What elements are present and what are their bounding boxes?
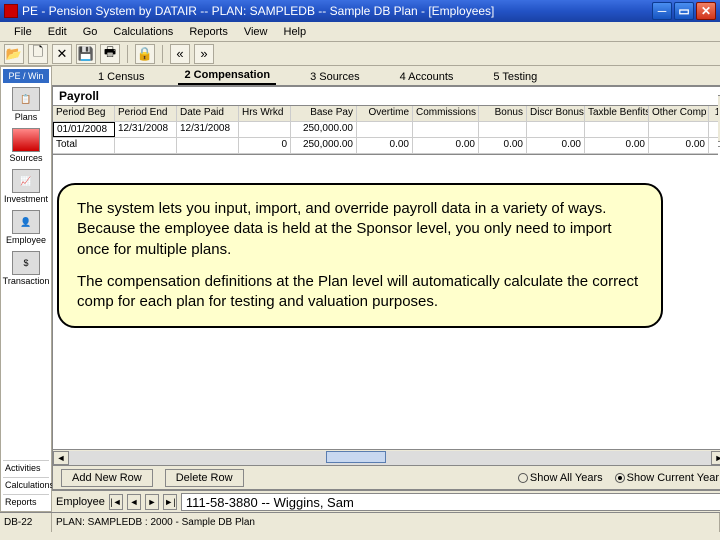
radio-show-current-year[interactable]: Show Current Year bbox=[615, 472, 719, 484]
sidebar-footer-calculations[interactable]: Calculations bbox=[3, 477, 49, 492]
tab-accounts[interactable]: 4 Accounts bbox=[394, 69, 460, 85]
grid-header: Period Beg Period End Date Paid Hrs Wrkd… bbox=[53, 106, 720, 122]
plans-icon: 📋 bbox=[12, 87, 40, 111]
help-balloon: The system lets you input, import, and o… bbox=[57, 183, 663, 328]
tab-sources[interactable]: 3 Sources bbox=[304, 69, 366, 85]
sources-icon bbox=[12, 128, 40, 152]
toolbar-print-icon[interactable]: 🖶 bbox=[100, 44, 120, 64]
menu-go[interactable]: Go bbox=[75, 24, 106, 40]
sidebar-header[interactable]: PE / Win bbox=[3, 69, 49, 83]
menubar: File Edit Go Calculations Reports View H… bbox=[0, 22, 720, 42]
employee-label: Employee bbox=[56, 496, 105, 508]
status-code: DB-22 bbox=[0, 513, 52, 532]
employee-next-button[interactable]: ► bbox=[145, 494, 159, 510]
maximize-button[interactable]: ▭ bbox=[674, 2, 694, 20]
employee-first-button[interactable]: |◄ bbox=[109, 494, 123, 510]
scroll-right-button[interactable]: ► bbox=[711, 451, 720, 465]
toolbar-delete-icon[interactable]: ✕ bbox=[52, 44, 72, 64]
panel-title: Payroll bbox=[53, 87, 720, 105]
scroll-left-button[interactable]: ◄ bbox=[53, 451, 69, 465]
status-bar: DB-22 PLAN: SAMPLEDB : 2000 - Sample DB … bbox=[0, 512, 720, 532]
menu-reports[interactable]: Reports bbox=[181, 24, 236, 40]
sidebar-footer-reports[interactable]: Reports bbox=[3, 494, 49, 509]
toolbar-lock-icon[interactable]: 🔒 bbox=[135, 44, 155, 64]
menu-calculations[interactable]: Calculations bbox=[105, 24, 181, 40]
tab-compensation[interactable]: 2 Compensation bbox=[178, 67, 276, 85]
tab-census[interactable]: 1 Census bbox=[92, 69, 150, 85]
employee-icon: 👤 bbox=[12, 210, 40, 234]
balloon-paragraph: The system lets you input, import, and o… bbox=[77, 199, 643, 260]
sidebar-item-sources[interactable]: Sources bbox=[3, 126, 49, 165]
window-title: PE - Pension System by DATAIR -- PLAN: S… bbox=[22, 4, 652, 18]
menu-help[interactable]: Help bbox=[276, 24, 315, 40]
scroll-thumb[interactable] bbox=[326, 451, 386, 463]
app-icon bbox=[4, 4, 18, 18]
toolbar-save-icon[interactable]: 💾 bbox=[76, 44, 96, 64]
sidebar-item-investment[interactable]: 📈 Investment bbox=[3, 167, 49, 206]
toolbar-new-icon[interactable]: 🗋 bbox=[28, 44, 48, 64]
sidebar-item-plans[interactable]: 📋 Plans bbox=[3, 85, 49, 124]
toolbar-open-icon[interactable]: 📂 bbox=[4, 44, 24, 64]
tab-testing[interactable]: 5 Testing bbox=[487, 69, 543, 85]
status-plan: PLAN: SAMPLEDB : 2000 - Sample DB Plan bbox=[52, 513, 720, 532]
employee-last-button[interactable]: ►| bbox=[163, 494, 177, 510]
close-button[interactable]: ✕ bbox=[696, 2, 716, 20]
sidebar-item-transaction[interactable]: $ Transaction bbox=[3, 249, 49, 288]
employee-name-field[interactable]: 111-58-3880 -- Wiggins, Sam bbox=[181, 493, 720, 511]
panel-footer: Add New Row Delete Row Show All Years Sh… bbox=[53, 465, 720, 489]
toolbar-next-icon[interactable]: » bbox=[194, 44, 214, 64]
sidebar-item-employee[interactable]: 👤 Employee bbox=[3, 208, 49, 247]
radio-show-all-years[interactable]: Show All Years bbox=[518, 472, 603, 484]
payroll-grid[interactable]: Period Beg Period End Date Paid Hrs Wrkd… bbox=[53, 105, 720, 155]
workbook-tabs: 1 Census 2 Compensation 3 Sources 4 Acco… bbox=[52, 66, 720, 86]
balloon-paragraph: The compensation definitions at the Plan… bbox=[77, 272, 643, 313]
sidebar-footer-activities[interactable]: Activities bbox=[3, 460, 49, 475]
add-row-button[interactable]: Add New Row bbox=[61, 469, 153, 487]
investment-icon: 📈 bbox=[12, 169, 40, 193]
window-titlebar: PE - Pension System by DATAIR -- PLAN: S… bbox=[0, 0, 720, 22]
transaction-icon: $ bbox=[12, 251, 40, 275]
menu-file[interactable]: File bbox=[6, 24, 40, 40]
employee-picker: Employee |◄ ◄ ► ►| 111-58-3880 -- Wiggin… bbox=[52, 490, 720, 512]
toolbar: 📂 🗋 ✕ 💾 🖶 🔒 « » bbox=[0, 42, 720, 66]
minimize-button[interactable]: ─ bbox=[652, 2, 672, 20]
delete-row-button[interactable]: Delete Row bbox=[165, 469, 244, 487]
employee-prev-button[interactable]: ◄ bbox=[127, 494, 141, 510]
menu-edit[interactable]: Edit bbox=[40, 24, 75, 40]
horizontal-scrollbar[interactable]: ◄ ► bbox=[53, 449, 720, 465]
nav-sidebar: PE / Win 📋 Plans Sources 📈 Investment 👤 … bbox=[0, 66, 52, 512]
grid-total-row: Total 0 250,000.00 0.00 0.00 0.00 0.00 0… bbox=[53, 138, 720, 154]
menu-view[interactable]: View bbox=[236, 24, 276, 40]
grid-data-row[interactable]: 01/01/2008 12/31/2008 12/31/2008 250,000… bbox=[53, 122, 720, 138]
toolbar-prev-icon[interactable]: « bbox=[170, 44, 190, 64]
